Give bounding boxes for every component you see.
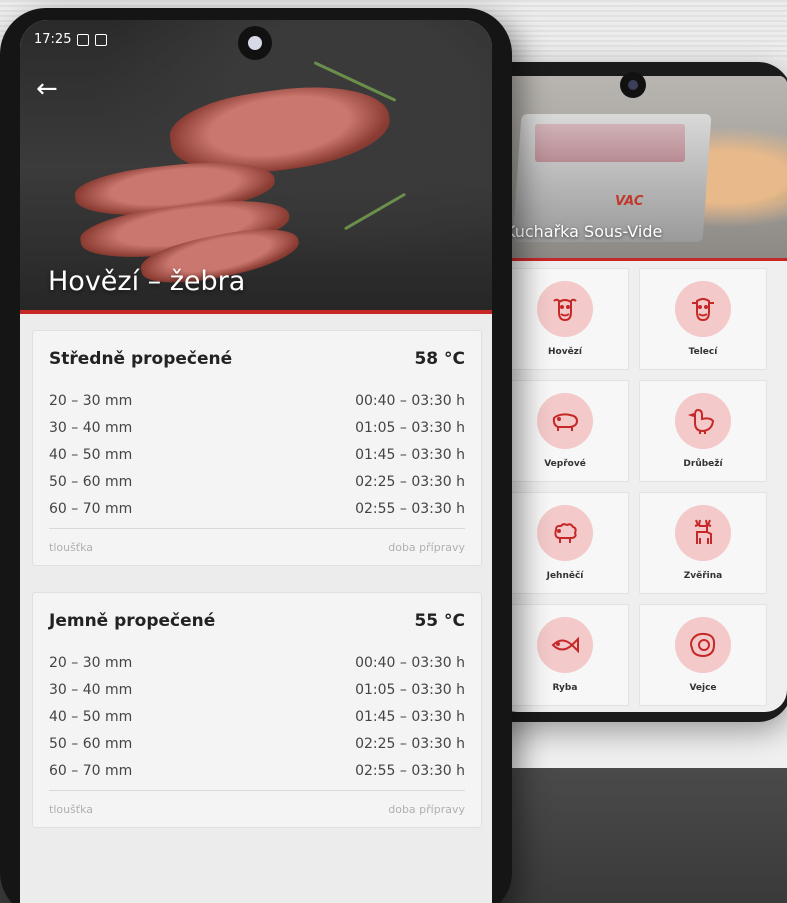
notification-icon <box>95 33 108 46</box>
time-cell: 00:40 – 03:30 h <box>355 654 465 671</box>
thickness-cell: 30 – 40 mm <box>49 681 133 698</box>
thickness-column-label: tloušťka <box>49 540 94 554</box>
table-row: 20 – 30 mm 00:40 – 03:30 h <box>33 387 481 414</box>
card-temperature: 55 °C <box>414 611 465 631</box>
category-label: Telecí <box>688 347 718 357</box>
chicken-icon <box>675 393 731 449</box>
category-tile-pork[interactable]: Vepřové <box>501 380 629 482</box>
time-cell: 01:05 – 03:30 h <box>355 419 465 436</box>
time-cell: 00:40 – 03:30 h <box>355 392 465 409</box>
back-hero-title: Kuchařka Sous-Vide <box>505 222 663 241</box>
front-phone-camera <box>238 26 272 60</box>
category-tile-poultry[interactable]: Drůbeží <box>639 380 767 482</box>
notification-icon <box>77 33 90 46</box>
time-column-label: doba přípravy <box>388 802 465 816</box>
pig-icon <box>537 393 593 449</box>
thickness-cell: 40 – 50 mm <box>49 708 133 725</box>
table-row: 30 – 40 mm 01:05 – 03:30 h <box>33 414 481 441</box>
card-header: Středně propečené 58 °C <box>33 331 481 387</box>
category-label: Ryba <box>552 683 578 693</box>
back-accent-line <box>495 258 787 261</box>
sheep-icon <box>537 505 593 561</box>
vac-logo: VAC <box>615 194 644 209</box>
doneness-card: Jemně propečené 55 °C 20 – 30 mm 00:40 – … <box>32 592 482 828</box>
category-label: Vepřové <box>544 459 586 469</box>
card-header: Jemně propečené 55 °C <box>33 593 481 649</box>
card-temperature: 58 °C <box>414 349 465 369</box>
thickness-cell: 40 – 50 mm <box>49 446 133 463</box>
table-row: 50 – 60 mm 02:25 – 03:30 h <box>33 730 481 757</box>
back-phone-screen: VAC Kuchařka Sous-Vide Hovězí Telecí Vep… <box>495 76 787 712</box>
category-tile-egg[interactable]: Vejce <box>639 604 767 706</box>
table-row: 50 – 60 mm 02:25 – 03:30 h <box>33 468 481 495</box>
herb-image <box>343 192 407 231</box>
thickness-cell: 60 – 70 mm <box>49 762 133 779</box>
back-phone-camera <box>620 72 646 98</box>
time-cell: 01:45 – 03:30 h <box>355 708 465 725</box>
category-tile-beef[interactable]: Hovězí <box>501 268 629 370</box>
table-row: 20 – 30 mm 00:40 – 03:30 h <box>33 649 481 676</box>
time-cell: 02:55 – 03:30 h <box>355 500 465 517</box>
time-cell: 01:45 – 03:30 h <box>355 446 465 463</box>
status-bar: 17:25 <box>34 32 108 47</box>
time-cell: 02:55 – 03:30 h <box>355 762 465 779</box>
category-grid: Hovězí Telecí Vepřové Drůbeží Jehněčí Zv… <box>501 268 783 706</box>
thickness-cell: 50 – 60 mm <box>49 473 133 490</box>
fish-icon <box>537 617 593 673</box>
category-tile-lamb[interactable]: Jehněčí <box>501 492 629 594</box>
category-label: Vejce <box>689 683 717 693</box>
table-row: 30 – 40 mm 01:05 – 03:30 h <box>33 676 481 703</box>
table-row: 60 – 70 mm 02:55 – 03:30 h <box>33 757 481 784</box>
cow-icon <box>537 281 593 337</box>
thickness-column-label: tloušťka <box>49 802 94 816</box>
page-title: Hovězí – žebra <box>48 266 246 297</box>
thickness-cell: 60 – 70 mm <box>49 500 133 517</box>
vacuum-machine-lid <box>535 124 685 162</box>
thickness-cell: 20 – 30 mm <box>49 654 133 671</box>
table-row: 40 – 50 mm 01:45 – 03:30 h <box>33 703 481 730</box>
front-phone-screen: 17:25 ← Hovězí – žebra Středně propečené… <box>20 20 492 903</box>
category-tile-veal[interactable]: Telecí <box>639 268 767 370</box>
category-label: Drůbeží <box>683 459 723 469</box>
category-tile-fish[interactable]: Ryba <box>501 604 629 706</box>
thickness-cell: 20 – 30 mm <box>49 392 133 409</box>
deer-icon <box>675 505 731 561</box>
table-row: 60 – 70 mm 02:55 – 03:30 h <box>33 495 481 522</box>
back-arrow-icon[interactable]: ← <box>36 76 58 102</box>
time-cell: 02:25 – 03:30 h <box>355 735 465 752</box>
category-label: Jehněčí <box>546 571 584 581</box>
egg-icon <box>675 617 731 673</box>
category-tile-game[interactable]: Zvěřina <box>639 492 767 594</box>
card-footer: tloušťka doba přípravy <box>33 529 481 565</box>
accent-line <box>20 310 492 314</box>
card-title: Jemně propečené <box>49 611 216 631</box>
time-cell: 02:25 – 03:30 h <box>355 473 465 490</box>
calf-icon <box>675 281 731 337</box>
time-cell: 01:05 – 03:30 h <box>355 681 465 698</box>
background-floor <box>480 768 787 903</box>
status-time: 17:25 <box>34 32 72 47</box>
thickness-cell: 50 – 60 mm <box>49 735 133 752</box>
back-hero-image: VAC Kuchařka Sous-Vide <box>495 76 787 260</box>
category-label: Hovězí <box>547 347 582 357</box>
table-row: 40 – 50 mm 01:45 – 03:30 h <box>33 441 481 468</box>
category-label: Zvěřina <box>683 571 723 581</box>
time-column-label: doba přípravy <box>388 540 465 554</box>
doneness-card: Středně propečené 58 °C 20 – 30 mm 00:40 … <box>32 330 482 566</box>
thickness-cell: 30 – 40 mm <box>49 419 133 436</box>
card-title: Středně propečené <box>49 349 233 369</box>
card-footer: tloušťka doba přípravy <box>33 791 481 827</box>
